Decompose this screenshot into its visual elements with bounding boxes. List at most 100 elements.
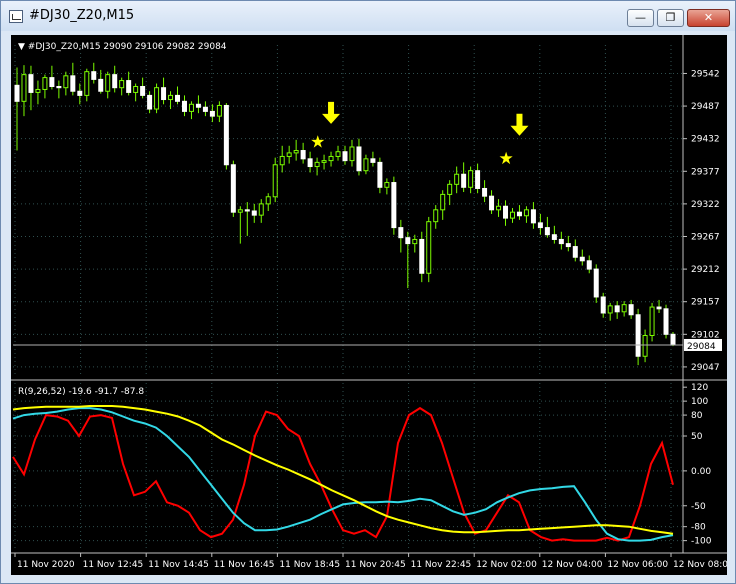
candle-body [126, 80, 132, 93]
candle-body [56, 86, 62, 89]
candle-body [656, 306, 662, 310]
indicator-tick-label: 0.00 [691, 467, 711, 477]
arrow-down-icon [322, 101, 341, 124]
maximize-icon: ❐ [665, 11, 676, 24]
price-tick-label: 29542 [691, 69, 720, 79]
candle-body [440, 193, 446, 211]
indicator-lines [12, 405, 674, 542]
time-tick-label: 11 Nov 16:45 [214, 560, 275, 570]
candle-body [230, 164, 236, 213]
candle-body [98, 78, 104, 92]
candle-body [258, 203, 264, 216]
candle-body [244, 209, 250, 212]
indicator-axis: 120 100 80 50 0.00 -50 -80 -100 [683, 383, 712, 547]
candle-body [593, 268, 599, 298]
candle-body [544, 227, 550, 236]
time-tick-label: 11 Nov 2020 [17, 560, 75, 570]
candle-body [154, 87, 160, 110]
minimize-button[interactable]: — [627, 9, 654, 27]
arrow-down-icon [510, 113, 529, 136]
candle-body [112, 74, 118, 89]
candle-body [293, 150, 299, 154]
time-tick-label: 11 Nov 12:45 [83, 560, 144, 570]
candle-body [77, 90, 83, 96]
candle-body [28, 74, 34, 93]
time-tick-label: 12 Nov 04:00 [542, 560, 603, 570]
candle-body [188, 103, 194, 112]
candle-body [370, 158, 376, 163]
candle-body [635, 314, 641, 357]
time-tick-label: 11 Nov 18:45 [279, 560, 340, 570]
candle-body [509, 211, 515, 219]
candle-body [91, 71, 97, 80]
candle-body [482, 187, 488, 197]
candle-body [356, 146, 362, 172]
indicator-tick-label: 100 [691, 397, 708, 407]
candle-body [447, 183, 453, 195]
price-axis: 29542 29487 29432 29377 29322 29267 29212 29157… [13, 69, 722, 373]
indicator-grid [13, 383, 683, 549]
price-tick-label: 29377 [691, 167, 720, 177]
candle-body [530, 209, 536, 224]
time-tick-label: 12 Nov 08:00 [673, 560, 727, 570]
candle-body [565, 243, 571, 248]
candle-body [516, 211, 522, 217]
chart-canvas[interactable]: ★★ 2954229487294322937729322292672921229… [11, 35, 734, 575]
candle-body [42, 77, 48, 90]
chart-area[interactable]: ★ ★ 29542 29487 29432 29377 29322 29267 29212 29… [11, 35, 734, 575]
candle-body [342, 151, 348, 162]
indicator-tick-label: 50 [691, 432, 703, 442]
indicator-tick-label: 80 [691, 411, 703, 421]
price-tick-label: 29322 [691, 200, 720, 210]
title-bar[interactable]: #DJ30_Z20,M15 — ❐ ✕ [1, 1, 735, 31]
candle-body [426, 221, 432, 274]
chart-window-icon [9, 10, 23, 23]
candle-body [475, 170, 481, 189]
price-tick-label: 29267 [691, 232, 720, 242]
time-axis: 11 Nov 2020 11 Nov 12:45 11 Nov 14:45 11 No… [14, 553, 734, 570]
time-tick-label: 11 Nov 14:45 [148, 560, 209, 570]
indicator-tick-label: -100 [691, 537, 712, 547]
candle-body [168, 94, 174, 101]
candle-body [147, 94, 153, 110]
candle-body [461, 173, 467, 188]
candle-body [503, 205, 509, 219]
candle-body [216, 104, 222, 117]
candle-body [489, 195, 495, 211]
candle-body [405, 237, 411, 245]
candle-body [349, 146, 355, 162]
candle-body [328, 155, 334, 162]
candle-body [49, 77, 55, 88]
candle-body [307, 158, 313, 168]
maximize-button[interactable]: ❐ [657, 9, 684, 27]
candle-body [161, 87, 167, 101]
candle-body [223, 104, 229, 166]
candle-body [286, 152, 292, 157]
chart-window: #DJ30_Z20,M15 — ❐ ✕ ★ ★ 29542 29487 29432 29… [0, 0, 736, 584]
candle-body [454, 173, 460, 185]
current-price-label: 29084 [687, 342, 716, 352]
candle-body [572, 246, 578, 258]
minimize-icon: — [635, 11, 646, 24]
candle-body [133, 86, 139, 93]
time-tick-label: 11 Nov 20:45 [345, 560, 406, 570]
candle-body [251, 210, 257, 216]
price-tick-label: 29212 [691, 265, 720, 275]
price-tick-label: 29487 [691, 102, 720, 112]
candle-body [119, 80, 125, 89]
candle-body [663, 308, 669, 335]
time-tick-label: 12 Nov 02:00 [476, 560, 537, 570]
candle-body [551, 234, 557, 240]
candle-body [202, 106, 208, 112]
indicator-label: R(9,26,52) -19.6 -91.7 -87.8 [18, 387, 144, 397]
indicator-series-line [12, 405, 674, 535]
candle-body [237, 209, 243, 213]
close-button[interactable]: ✕ [687, 9, 730, 27]
candle-body [363, 158, 369, 172]
candle-body [523, 209, 529, 217]
time-tick-label: 12 Nov 06:00 [607, 560, 668, 570]
window-title: #DJ30_Z20,M15 [29, 8, 135, 23]
price-grid [13, 45, 683, 377]
candle-body [391, 182, 397, 229]
candles [14, 62, 676, 366]
